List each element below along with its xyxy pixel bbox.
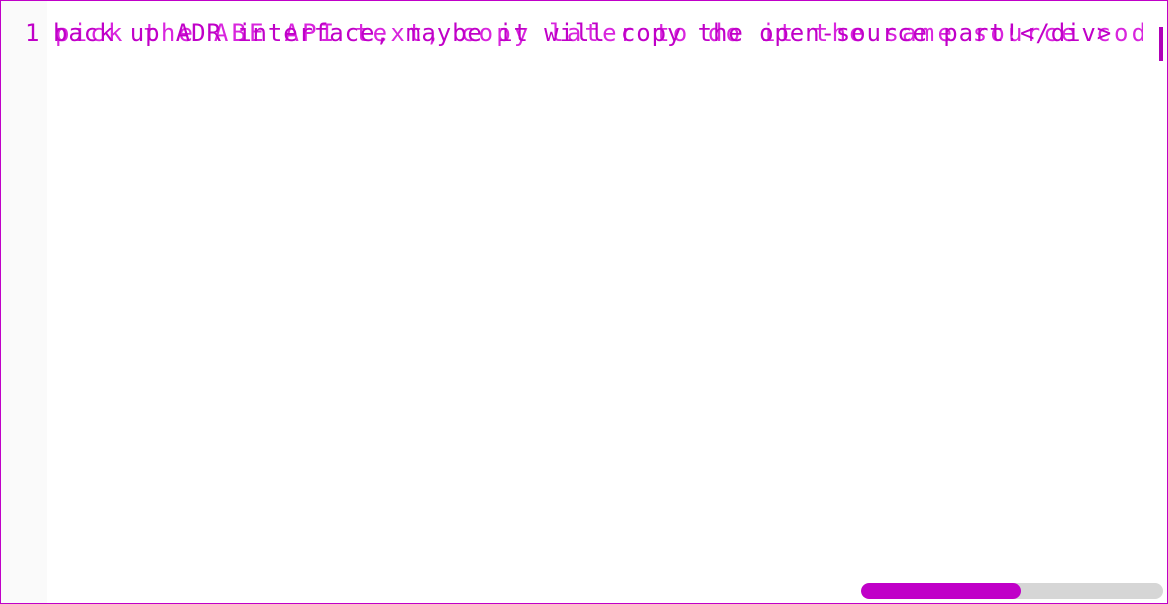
line-text-area[interactable]: pick the ABE API text, copy later to do … <box>53 15 1143 51</box>
line-text[interactable]: back up ADR interface, maybe it will cop… <box>53 15 1112 51</box>
code-editor[interactable]: 1 pick the ABE API text, copy later to d… <box>0 0 1168 604</box>
scrollbar-thumb[interactable] <box>861 583 1022 599</box>
horizontal-scrollbar[interactable] <box>861 583 1163 599</box>
editor-line[interactable]: 1 pick the ABE API text, copy later to d… <box>1 15 1167 51</box>
line-gutter <box>1 1 47 603</box>
text-cursor-icon <box>1159 27 1163 61</box>
line-number: 1 <box>25 19 40 47</box>
